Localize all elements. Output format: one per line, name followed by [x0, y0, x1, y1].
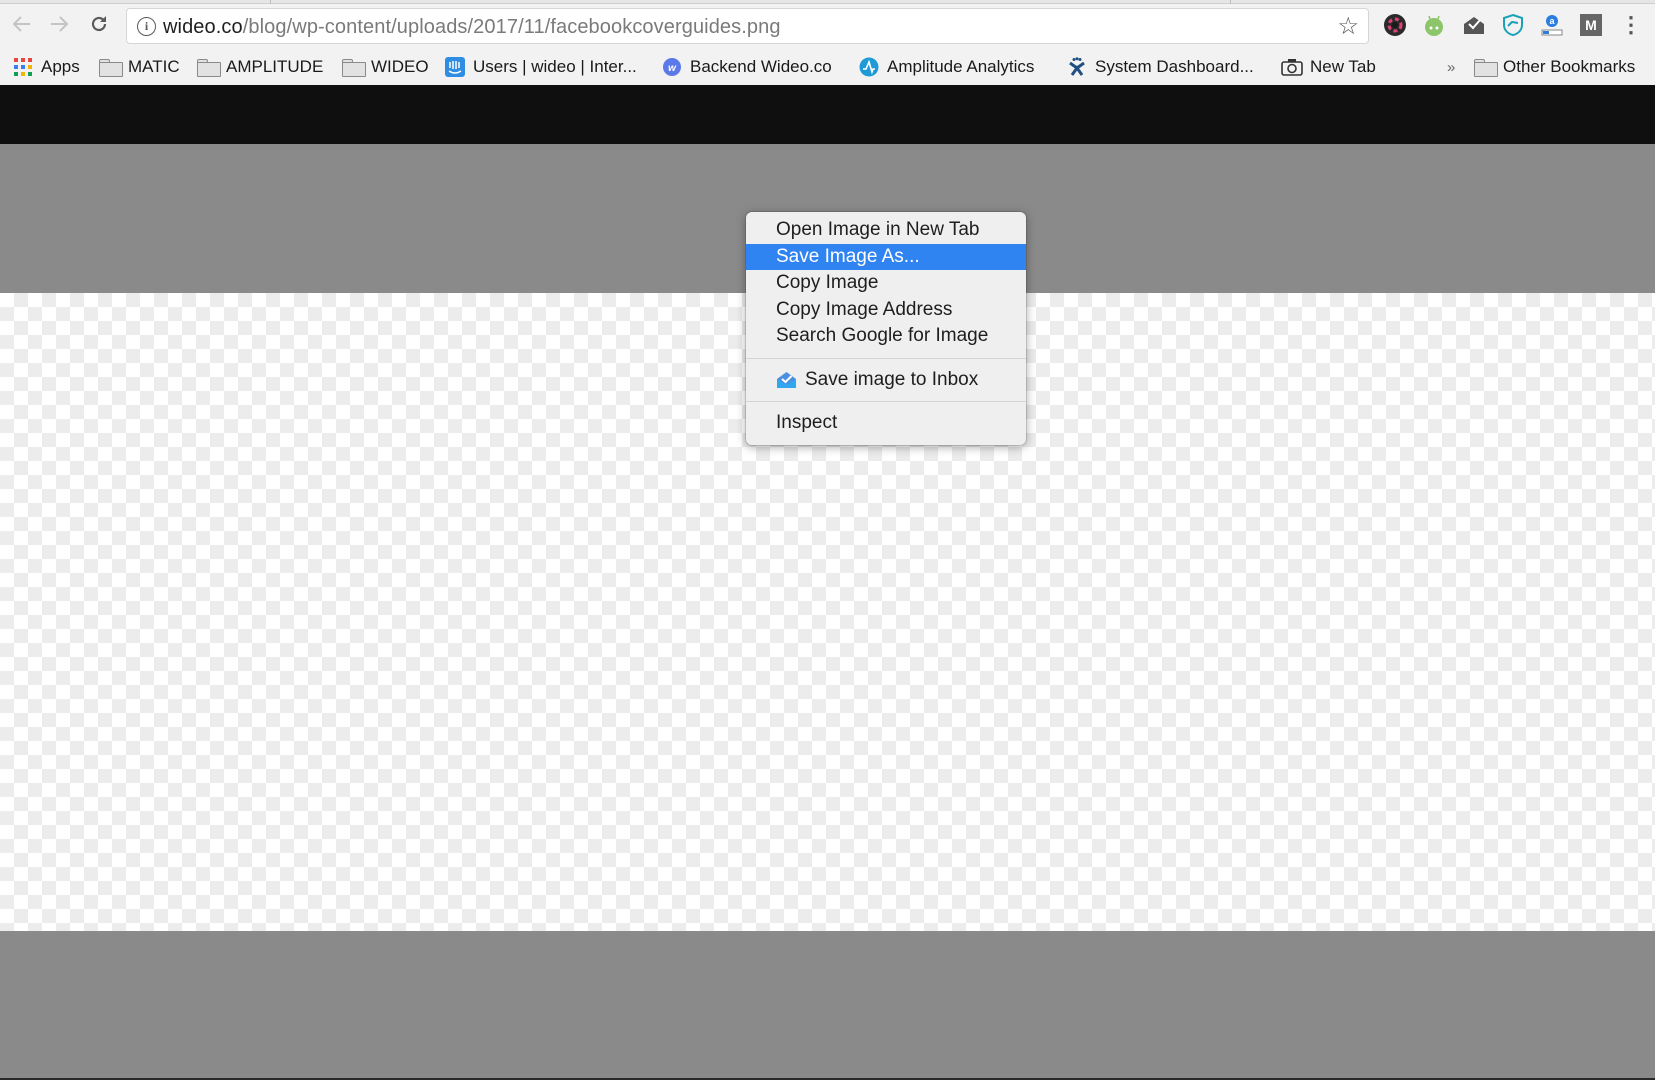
- bookmark-folder-matic[interactable]: MATIC: [99, 54, 180, 80]
- inbox-checkmark-extension-icon[interactable]: [1462, 13, 1486, 37]
- bookmark-label: AMPLITUDE: [226, 57, 324, 76]
- tab-separator: [1230, 0, 1231, 4]
- bookmark-label: New Tab: [1310, 57, 1376, 76]
- tab-separator: [270, 0, 271, 4]
- amazon-assistant-extension-icon[interactable]: a: [1540, 13, 1564, 37]
- inbox-icon: [776, 371, 797, 389]
- m-extension-icon[interactable]: M: [1579, 13, 1603, 37]
- menu-item-save-image-as[interactable]: Save Image As...: [746, 243, 1026, 270]
- bookmark-folder-other[interactable]: Other Bookmarks: [1474, 54, 1635, 80]
- bookmark-label: Other Bookmarks: [1503, 57, 1636, 76]
- shield-extension-icon[interactable]: [1501, 13, 1525, 37]
- browser-menu-button[interactable]: ⋮: [1619, 12, 1643, 37]
- bookmark-amplitude-analytics[interactable]: Amplitude Analytics: [858, 54, 1034, 80]
- info-icon[interactable]: i: [137, 17, 156, 36]
- bookmark-label: MATIC: [128, 57, 180, 76]
- bookmark-new-tab[interactable]: New Tab: [1281, 54, 1376, 80]
- apps-grid-icon: [12, 58, 34, 76]
- bookmarks-bar: Apps MATIC AMPLITUDE WIDEO Users | wideo…: [0, 50, 1655, 84]
- intercom-icon: [444, 57, 466, 77]
- wideo-icon: w: [661, 58, 683, 76]
- url-text[interactable]: wideo.co/blog/wp-content/uploads/2017/11…: [163, 16, 781, 39]
- menu-item-inspect[interactable]: Inspect: [746, 410, 1026, 437]
- bookmark-label: System Dashboard...: [1095, 57, 1254, 76]
- tab-strip: [0, 0, 1655, 4]
- menu-item-copy-image-address[interactable]: Copy Image Address: [746, 297, 1026, 324]
- bookmark-apps[interactable]: Apps: [12, 54, 80, 80]
- color-picker-extension-icon[interactable]: [1383, 13, 1407, 37]
- bookmark-label: WIDEO: [371, 57, 429, 76]
- bookmark-label: Users | wideo | Inter...: [473, 57, 637, 76]
- image-bottom-gray-band: [0, 931, 1655, 1078]
- menu-item-search-google-for-image[interactable]: Search Google for Image: [746, 323, 1026, 350]
- bookmark-backend-wideo[interactable]: w Backend Wideo.co: [661, 54, 832, 80]
- bookmarks-overflow-button[interactable]: »: [1447, 54, 1455, 80]
- arrow-left-icon: [12, 16, 30, 32]
- menu-item-copy-image[interactable]: Copy Image: [746, 270, 1026, 297]
- camera-icon: [1281, 58, 1303, 76]
- amplitude-icon: [858, 57, 880, 77]
- menu-item-open-image-new-tab[interactable]: Open Image in New Tab: [746, 217, 1026, 244]
- reload-button[interactable]: [85, 10, 113, 38]
- bookmark-label: Apps: [41, 57, 80, 76]
- browser-chrome: i wideo.co/blog/wp-content/uploads/2017/…: [0, 0, 1655, 85]
- bookmark-star-icon[interactable]: ☆: [1337, 12, 1359, 41]
- url-path: /blog/wp-content/uploads/2017/11/faceboo…: [242, 16, 781, 38]
- svg-text:w: w: [668, 63, 677, 74]
- image-top-black-band: [0, 85, 1655, 144]
- jira-icon: [1066, 57, 1088, 76]
- back-button[interactable]: [8, 10, 36, 38]
- url-host: wideo.co: [163, 16, 243, 38]
- folder-icon: [99, 58, 123, 77]
- bookmark-intercom-users[interactable]: Users | wideo | Inter...: [444, 54, 637, 80]
- forward-button[interactable]: [45, 10, 73, 38]
- menu-item-save-image-to-inbox[interactable]: Save image to Inbox: [746, 367, 1026, 394]
- bookmark-label: Amplitude Analytics: [887, 57, 1035, 76]
- svg-text:M: M: [1585, 17, 1597, 33]
- bookmark-label: Backend Wideo.co: [690, 57, 832, 76]
- address-bar[interactable]: i wideo.co/blog/wp-content/uploads/2017/…: [126, 8, 1369, 44]
- reload-icon: [91, 16, 107, 32]
- menu-item-label: Save image to Inbox: [805, 368, 979, 390]
- android-bot-extension-icon[interactable]: [1422, 13, 1446, 37]
- folder-icon: [197, 58, 221, 77]
- menu-separator: [746, 357, 1026, 359]
- folder-icon: [1474, 58, 1498, 77]
- arrow-right-icon: [51, 16, 69, 32]
- bookmark-folder-wideo[interactable]: WIDEO: [342, 54, 429, 80]
- context-menu: Open Image in New Tab Save Image As... C…: [746, 212, 1026, 445]
- bookmark-folder-amplitude[interactable]: AMPLITUDE: [197, 54, 323, 80]
- folder-icon: [342, 58, 366, 77]
- menu-separator: [746, 401, 1026, 402]
- bookmark-system-dashboard[interactable]: System Dashboard...: [1066, 54, 1254, 80]
